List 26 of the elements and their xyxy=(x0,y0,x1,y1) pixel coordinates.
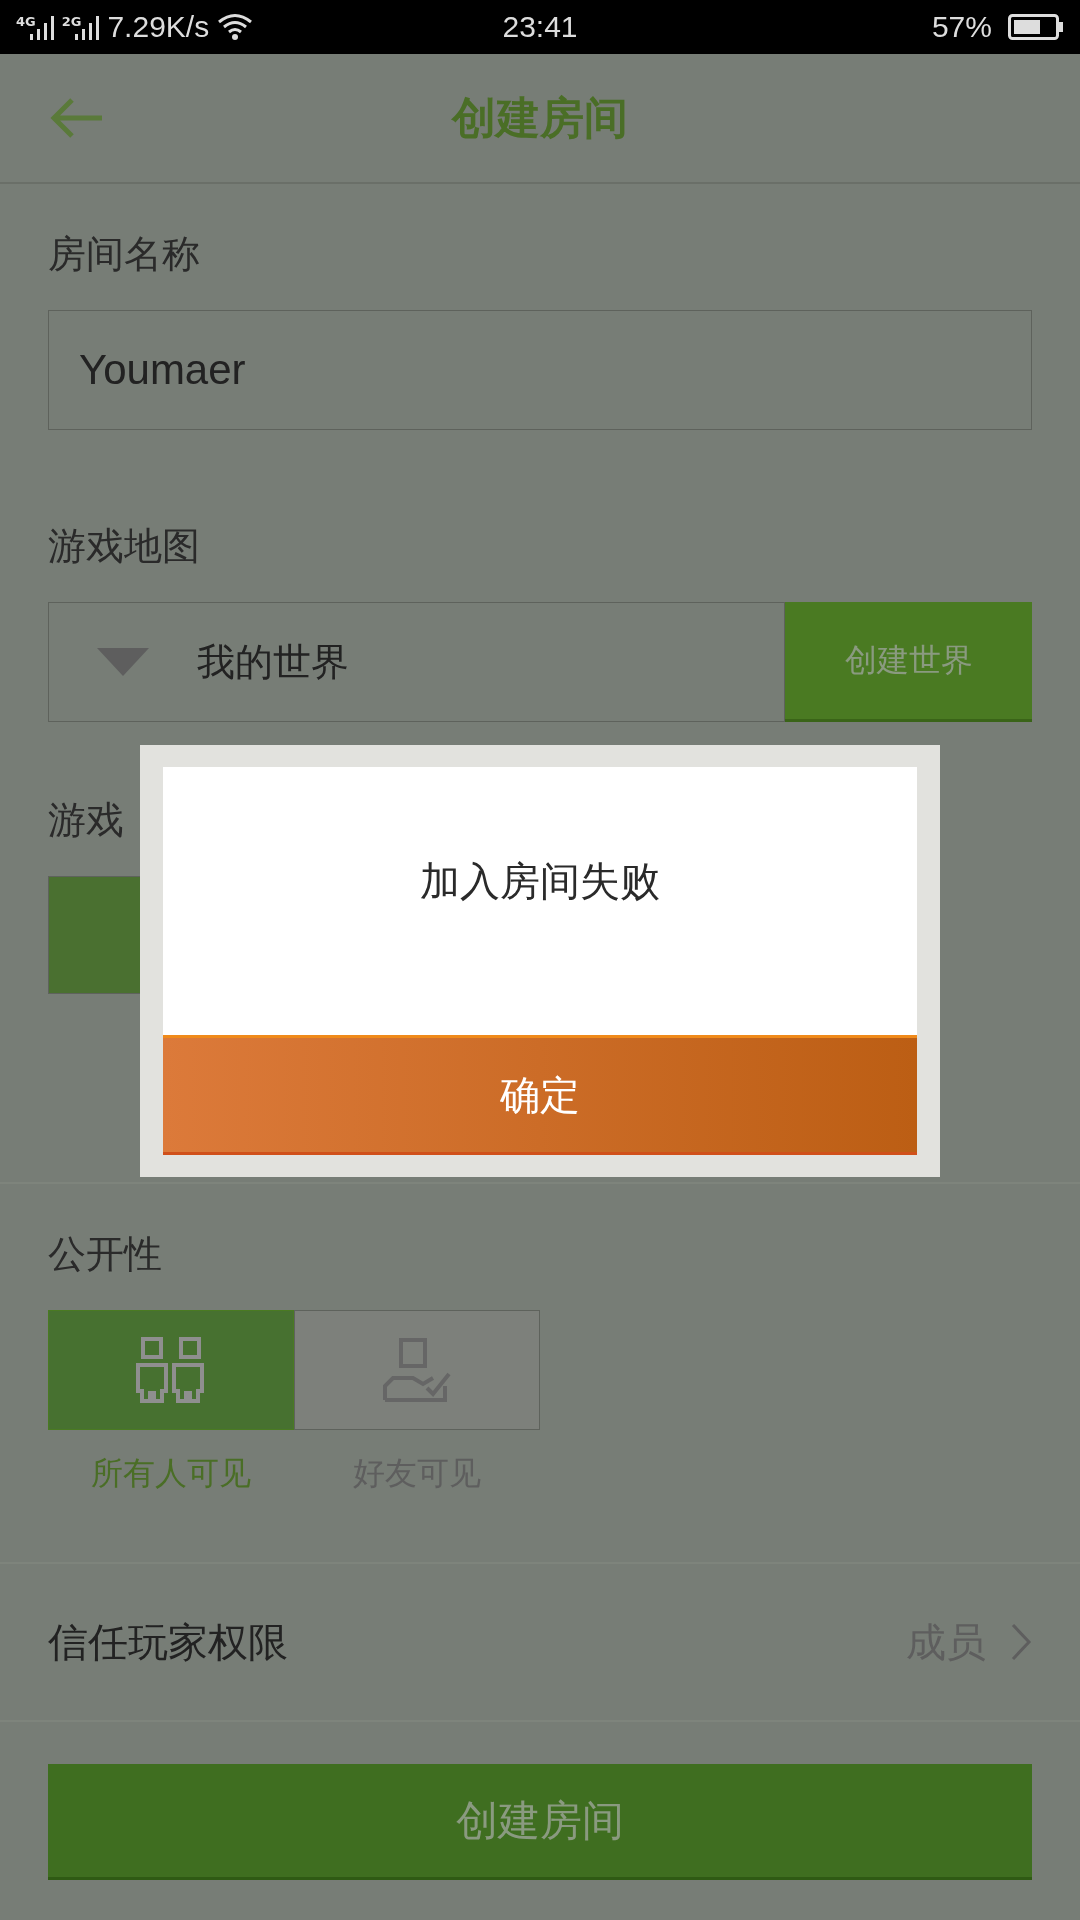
two-people-icon xyxy=(136,1337,206,1403)
field-label: 游戏 xyxy=(48,797,124,844)
person-check-icon xyxy=(383,1338,451,1402)
trust-label: 信任玩家权限 xyxy=(48,1617,288,1667)
back-arrow-icon[interactable] xyxy=(48,96,104,140)
network-type: 2G xyxy=(61,14,82,29)
network-type: 4G xyxy=(16,14,36,29)
battery-icon xyxy=(1008,14,1064,40)
room-name-field[interactable]: Youmaer xyxy=(48,310,1032,430)
create-room-button[interactable]: 创建房间 xyxy=(48,1764,1032,1880)
visibility-label: 所有人可见 xyxy=(91,1453,251,1494)
dialog-message: 加入房间失败 xyxy=(420,856,660,906)
page-title: 创建房间 xyxy=(452,90,628,145)
clock: 23:41 xyxy=(502,10,578,44)
battery-level: 57% xyxy=(931,10,992,44)
field-label: 公开性 xyxy=(48,1231,162,1278)
field-label: 房间名称 xyxy=(48,231,200,278)
chevron-right-icon xyxy=(1010,1622,1032,1662)
field-label: 游戏地图 xyxy=(48,523,200,570)
network-speed: 7.29K/s xyxy=(107,10,210,44)
dropdown-arrow-icon xyxy=(97,648,149,676)
visibility-option[interactable] xyxy=(48,1310,294,1430)
map-dropdown[interactable]: 我的世界 xyxy=(48,602,785,722)
wifi-icon xyxy=(217,13,254,41)
confirm-button[interactable]: 确定 xyxy=(163,1035,917,1155)
visibility-option[interactable] xyxy=(294,1310,540,1430)
